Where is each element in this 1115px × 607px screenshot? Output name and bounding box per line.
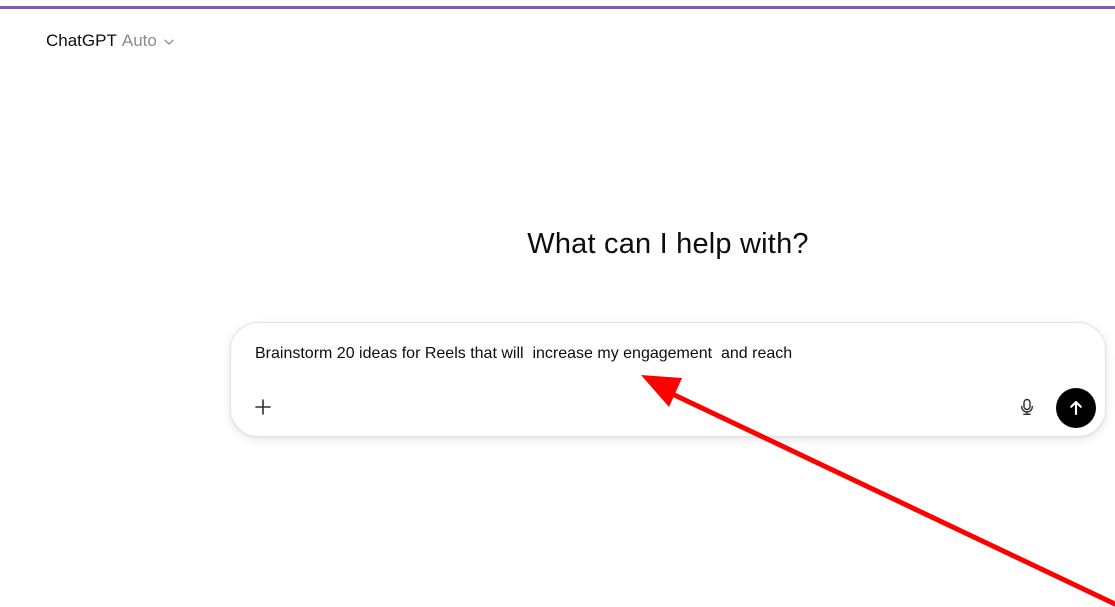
model-switcher-button[interactable]: ChatGPT Auto bbox=[46, 28, 175, 54]
voice-input-button[interactable] bbox=[1013, 393, 1041, 421]
add-attachment-button[interactable] bbox=[249, 393, 277, 421]
top-accent-bar bbox=[0, 0, 1115, 9]
page-title: What can I help with? bbox=[527, 228, 809, 260]
annotation-arrow bbox=[641, 375, 1115, 607]
microphone-icon bbox=[1021, 398, 1033, 415]
send-button[interactable] bbox=[1056, 388, 1096, 428]
top-accent-line bbox=[0, 6, 1115, 9]
model-name: Auto bbox=[121, 31, 157, 50]
plus-icon bbox=[255, 399, 271, 415]
app-name: ChatGPT bbox=[46, 31, 117, 50]
prompt-input[interactable]: Brainstorm 20 ideas for Reels that will … bbox=[255, 345, 792, 363]
chatgpt-page: ChatGPT Auto What can I help with? Brain… bbox=[0, 0, 1115, 607]
chevron-down-icon bbox=[163, 36, 175, 48]
arrow-up-icon bbox=[1070, 400, 1082, 416]
prompt-composer: Brainstorm 20 ideas for Reels that will … bbox=[230, 322, 1106, 437]
